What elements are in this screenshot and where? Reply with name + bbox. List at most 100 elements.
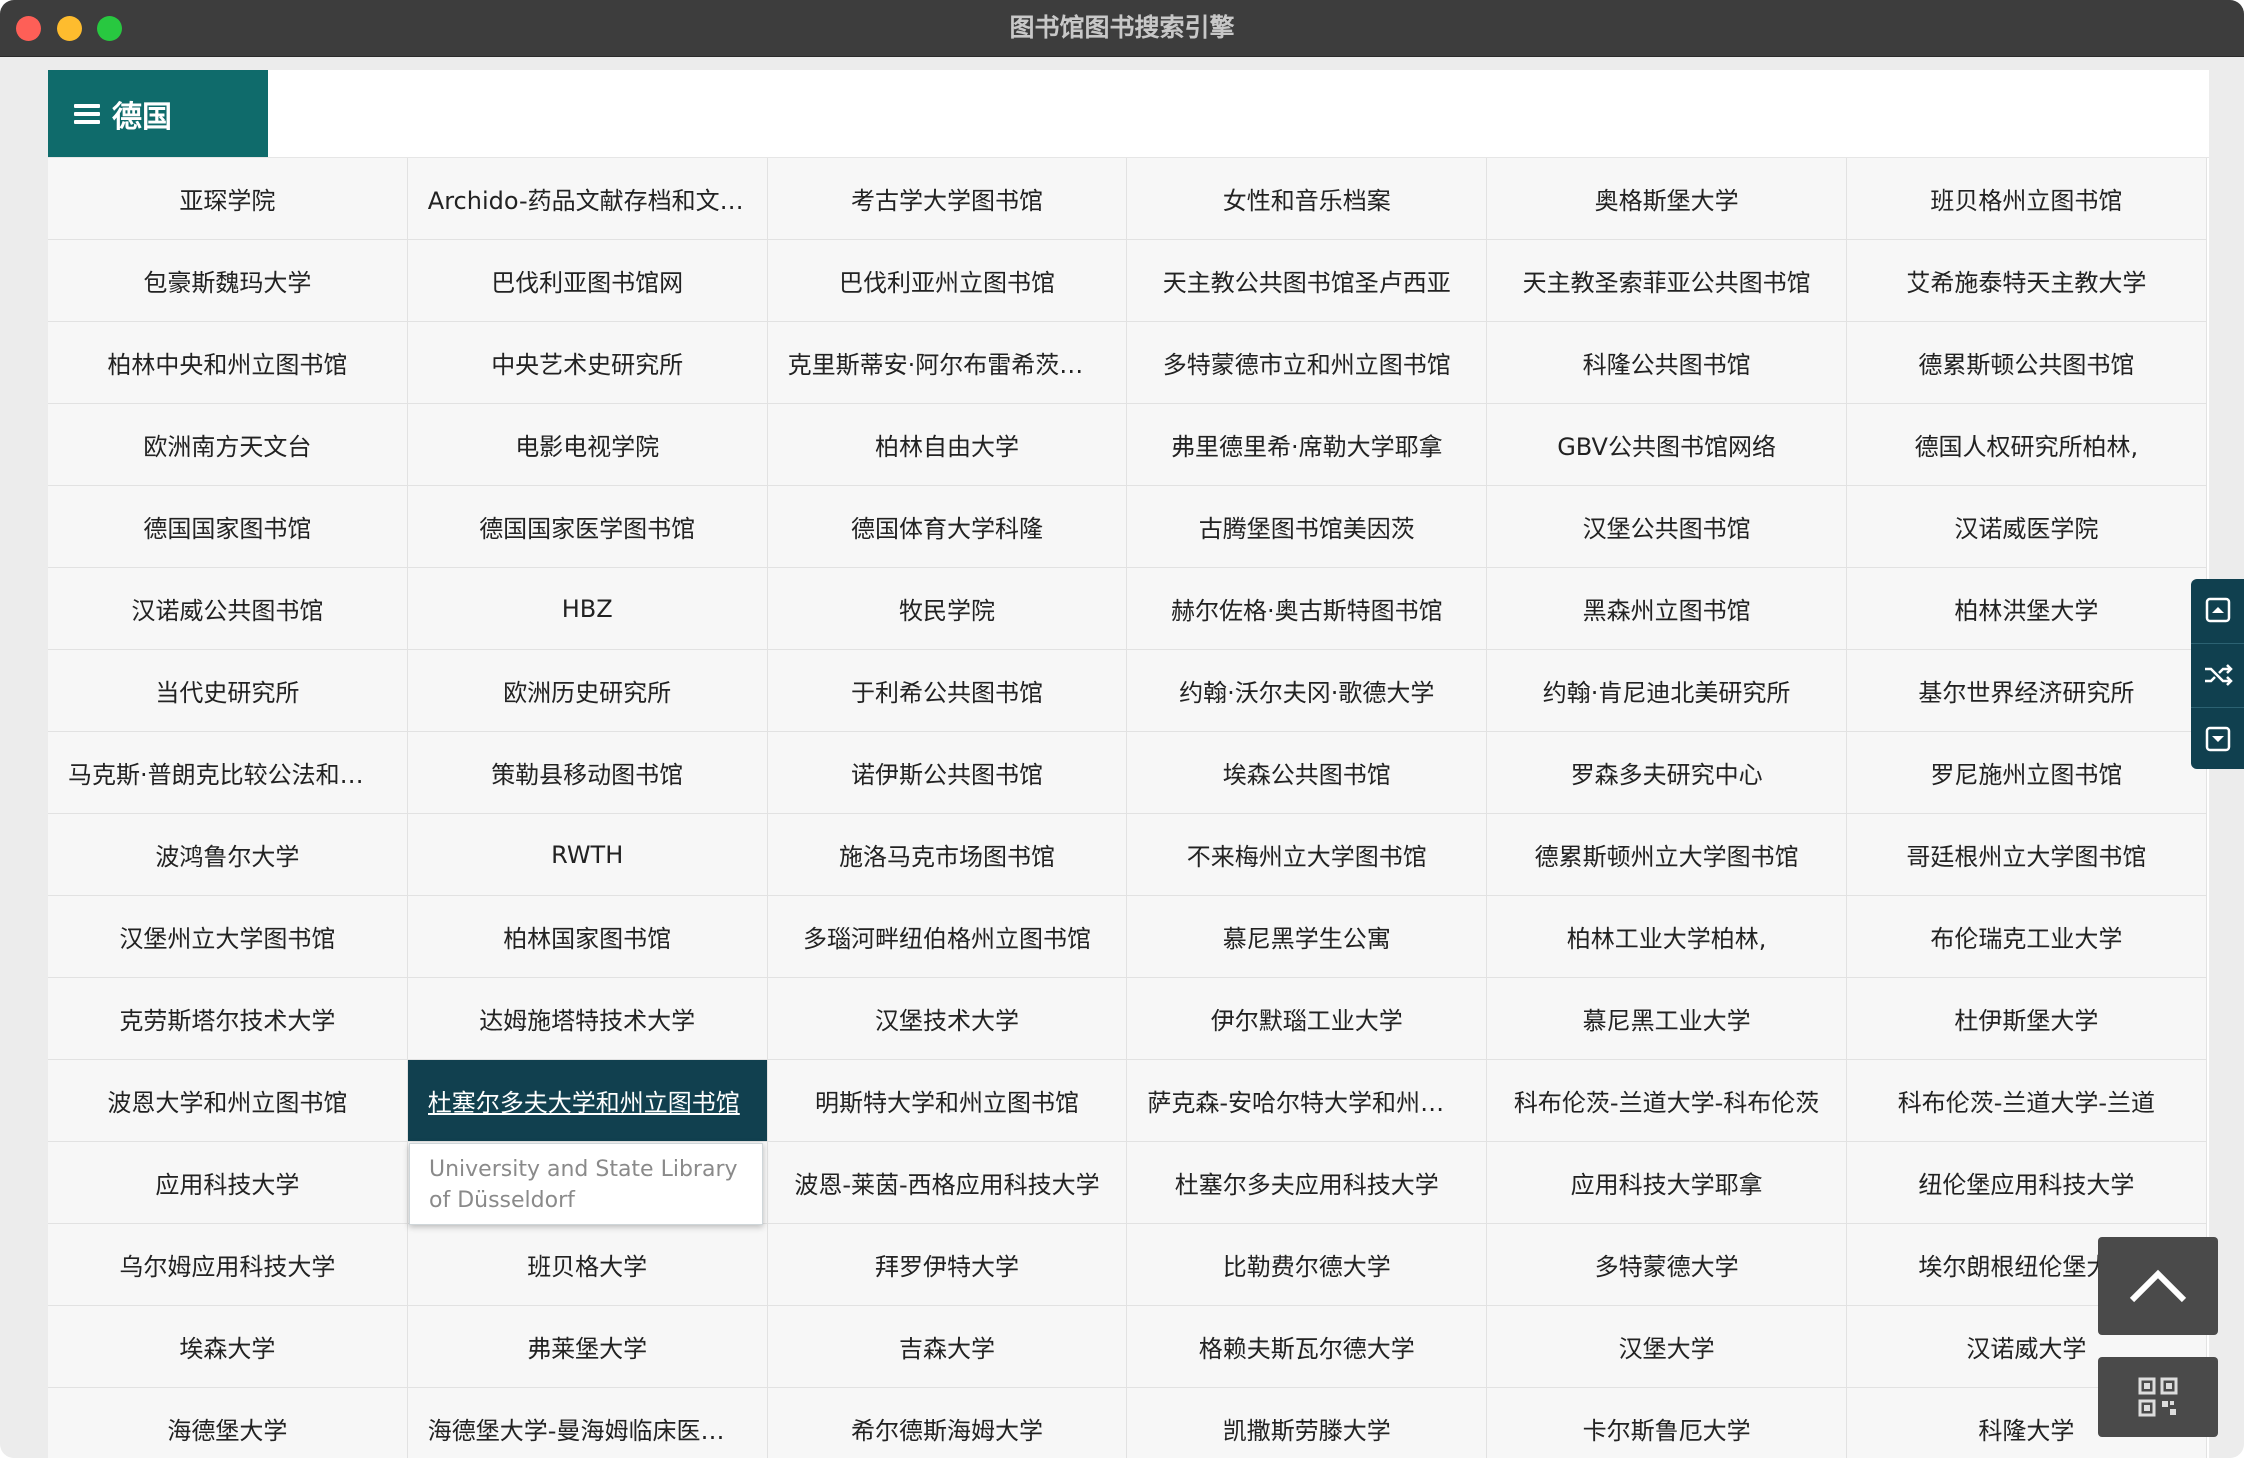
library-cell[interactable]: 黑森州立图书馆 [1487, 568, 1847, 650]
library-cell[interactable]: 波恩大学和州立图书馆 [48, 1060, 408, 1142]
library-cell[interactable]: 于利希公共图书馆 [767, 650, 1128, 732]
library-cell[interactable]: 慕尼黑学生公寓 [1127, 896, 1488, 978]
library-cell[interactable]: 巴伐利亚州立图书馆 [767, 240, 1128, 322]
library-cell[interactable]: 柏林国家图书馆 [407, 896, 768, 978]
library-cell[interactable]: 罗森多夫研究中心 [1487, 732, 1847, 814]
library-cell[interactable]: 应用科技大学耶拿 [1487, 1142, 1847, 1224]
library-cell[interactable]: 比勒费尔德大学 [1127, 1224, 1488, 1306]
library-cell[interactable]: 希尔德斯海姆大学 [767, 1388, 1128, 1458]
library-cell[interactable]: 德累斯顿州立大学图书馆 [1487, 814, 1847, 896]
qr-code-button[interactable] [2098, 1357, 2218, 1437]
library-cell[interactable]: 罗尼施州立图书馆 [1846, 732, 2207, 814]
library-cell[interactable]: 凯撒斯劳滕大学 [1127, 1388, 1488, 1458]
library-cell[interactable]: 基尔世界经济研究所 [1846, 650, 2207, 732]
library-cell[interactable]: 卡尔斯鲁厄大学 [1487, 1388, 1847, 1458]
library-cell[interactable]: 巴伐利亚图书馆网 [407, 240, 768, 322]
library-cell[interactable]: 古腾堡图书馆美因茨 [1127, 486, 1488, 568]
library-name: 古腾堡图书馆美因茨 [1198, 515, 1415, 543]
library-cell[interactable]: 柏林自由大学 [767, 404, 1128, 486]
library-cell[interactable]: 欧洲南方天文台 [48, 404, 408, 486]
library-cell[interactable]: 海德堡大学 [48, 1388, 408, 1458]
library-cell[interactable]: 牧民学院 [767, 568, 1128, 650]
scroll-top-button[interactable] [2191, 579, 2244, 641]
library-cell[interactable]: 班贝格大学 [407, 1224, 768, 1306]
library-cell[interactable]: 约翰·沃尔夫冈·歌德大学 [1127, 650, 1488, 732]
library-cell[interactable]: 考古学大学图书馆 [767, 158, 1128, 240]
library-cell[interactable]: 拜罗伊特大学 [767, 1224, 1128, 1306]
scroll-bottom-button[interactable] [2191, 707, 2244, 769]
library-cell[interactable]: 德累斯顿公共图书馆 [1846, 322, 2207, 404]
library-cell[interactable]: GBV公共图书馆网络 [1487, 404, 1847, 486]
library-cell[interactable]: 杜塞尔多夫应用科技大学 [1127, 1142, 1488, 1224]
library-cell[interactable]: 科布伦茨-兰道大学-兰道 [1846, 1060, 2207, 1142]
library-cell[interactable]: 汉堡州立大学图书馆 [48, 896, 408, 978]
library-cell[interactable]: 应用科技大学 [48, 1142, 408, 1224]
library-cell[interactable]: 亚琛学院 [48, 158, 408, 240]
library-cell[interactable]: 欧洲历史研究所 [407, 650, 768, 732]
library-cell[interactable]: 奥格斯堡大学 [1487, 158, 1847, 240]
shuffle-button[interactable] [2191, 643, 2244, 705]
library-cell[interactable]: 德国国家图书馆 [48, 486, 408, 568]
library-cell[interactable]: 德国体育大学科隆 [767, 486, 1128, 568]
library-cell[interactable]: 克劳斯塔尔技术大学 [48, 978, 408, 1060]
library-name: 施洛马克市场图书馆 [838, 843, 1055, 871]
library-cell[interactable]: 埃森公共图书馆 [1127, 732, 1488, 814]
library-cell[interactable]: 吉森大学 [767, 1306, 1128, 1388]
library-cell[interactable]: 弗里德里希·席勒大学耶拿 [1127, 404, 1488, 486]
library-cell[interactable]: 当代史研究所 [48, 650, 408, 732]
library-cell[interactable]: 柏林工业大学柏林, [1487, 896, 1847, 978]
library-cell[interactable]: 明斯特大学和州立图书馆 [767, 1060, 1128, 1142]
library-cell[interactable]: 施洛马克市场图书馆 [767, 814, 1128, 896]
library-cell[interactable]: 电影电视学院 [407, 404, 768, 486]
library-cell[interactable]: 慕尼黑工业大学 [1487, 978, 1847, 1060]
library-cell[interactable]: 天主教圣索菲亚公共图书馆 [1487, 240, 1847, 322]
library-cell[interactable]: 乌尔姆应用科技大学 [48, 1224, 408, 1306]
library-cell[interactable]: 柏林洪堡大学 [1846, 568, 2207, 650]
library-cell[interactable]: 女性和音乐档案 [1127, 158, 1488, 240]
library-cell[interactable]: 德国国家医学图书馆 [407, 486, 768, 568]
library-cell[interactable]: 汉堡公共图书馆 [1487, 486, 1847, 568]
library-cell[interactable]: 汉诺威医学院 [1846, 486, 2207, 568]
back-to-top-button[interactable] [2098, 1237, 2218, 1335]
library-cell[interactable]: 德国人权研究所柏林, [1846, 404, 2207, 486]
library-cell[interactable]: 汉堡大学 [1487, 1306, 1847, 1388]
library-cell[interactable]: 达姆施塔特技术大学 [407, 978, 768, 1060]
library-cell[interactable]: 格赖夫斯瓦尔德大学 [1127, 1306, 1488, 1388]
library-cell[interactable]: 多特蒙德市立和州立图书馆 [1127, 322, 1488, 404]
library-cell[interactable]: 波恩-莱茵-西格应用科技大学 [767, 1142, 1128, 1224]
library-cell[interactable]: 中央艺术史研究所 [407, 322, 768, 404]
library-cell[interactable]: RWTH [407, 814, 768, 896]
library-cell[interactable]: 多特蒙德大学 [1487, 1224, 1847, 1306]
library-cell[interactable]: Archido-药品文献存档和文献中心 [407, 158, 768, 240]
library-cell[interactable]: 策勒县移动图书馆 [407, 732, 768, 814]
library-cell[interactable]: 科布伦茨-兰道大学-科布伦茨 [1487, 1060, 1847, 1142]
library-cell[interactable]: 柏林中央和州立图书馆 [48, 322, 408, 404]
library-cell[interactable]: 汉堡技术大学 [767, 978, 1128, 1060]
library-cell[interactable]: 布伦瑞克工业大学 [1846, 896, 2207, 978]
library-cell[interactable]: 海德堡大学-曼海姆临床医学图书馆 [407, 1388, 768, 1458]
library-cell[interactable]: 包豪斯魏玛大学 [48, 240, 408, 322]
library-cell[interactable]: 埃森大学 [48, 1306, 408, 1388]
library-cell[interactable]: 艾希施泰特天主教大学 [1846, 240, 2207, 322]
library-cell[interactable]: 天主教公共图书馆圣卢西亚 [1127, 240, 1488, 322]
library-cell[interactable]: 哥廷根州立大学图书馆 [1846, 814, 2207, 896]
library-cell[interactable]: 赫尔佐格·奥古斯特图书馆 [1127, 568, 1488, 650]
library-cell[interactable]: 诺伊斯公共图书馆 [767, 732, 1128, 814]
library-cell[interactable]: 马克斯·普朗克比较公法和国际法研究所 [48, 732, 408, 814]
library-cell[interactable]: 不来梅州立大学图书馆 [1127, 814, 1488, 896]
library-cell[interactable]: 多瑙河畔纽伯格州立图书馆 [767, 896, 1128, 978]
library-cell[interactable]: 萨克森-安哈尔特大学和州立图书馆 [1127, 1060, 1488, 1142]
library-cell[interactable]: 约翰·肯尼迪北美研究所 [1487, 650, 1847, 732]
library-cell[interactable]: 克里斯蒂安·阿尔布雷希茨大学 [767, 322, 1128, 404]
library-cell[interactable]: 弗莱堡大学 [407, 1306, 768, 1388]
library-cell[interactable]: 科隆公共图书馆 [1487, 322, 1847, 404]
library-cell[interactable]: 汉诺威公共图书馆 [48, 568, 408, 650]
library-cell[interactable]: HBZ [407, 568, 768, 650]
library-cell[interactable]: 班贝格州立图书馆 [1846, 158, 2207, 240]
library-cell[interactable]: 杜伊斯堡大学 [1846, 978, 2207, 1060]
library-cell[interactable]: 纽伦堡应用科技大学 [1846, 1142, 2207, 1224]
library-cell-selected[interactable]: 杜塞尔多夫大学和州立图书馆 [407, 1060, 768, 1142]
library-cell[interactable]: 伊尔默瑙工业大学 [1127, 978, 1488, 1060]
library-cell[interactable]: 波鸿鲁尔大学 [48, 814, 408, 896]
country-tab[interactable]: 德国 [48, 70, 268, 157]
